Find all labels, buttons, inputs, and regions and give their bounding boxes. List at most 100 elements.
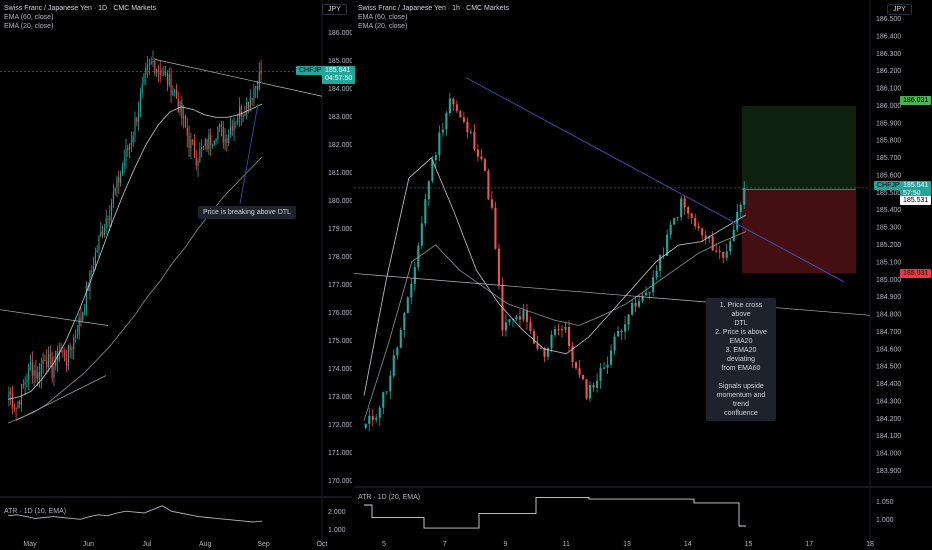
candle-body	[711, 236, 714, 251]
candle-body	[116, 177, 118, 189]
price-tick-label: 186.300	[876, 51, 901, 58]
candle-body	[64, 351, 66, 362]
candle-body	[434, 155, 437, 160]
price-tick-label: 183.000	[328, 114, 352, 121]
right-ema20-legend[interactable]: EMA (20, close)	[358, 22, 509, 31]
candle-body	[624, 324, 627, 332]
candle-body	[190, 139, 192, 149]
time-tick-label: 5	[382, 541, 386, 548]
candle-body	[13, 406, 15, 409]
left-ema20-legend[interactable]: EMA (20, close)	[4, 22, 156, 31]
candle-body	[204, 139, 206, 146]
right-currency-button[interactable]: JPY	[887, 4, 912, 15]
candle-body	[26, 379, 28, 383]
lower-trendline	[15, 375, 107, 421]
candle-body	[51, 357, 53, 378]
candle-body	[145, 67, 147, 75]
candle-body	[462, 117, 465, 122]
atr-tick-label: 2.000	[328, 509, 346, 516]
candle-body	[202, 145, 204, 148]
candle-body	[84, 309, 86, 313]
candle-body	[240, 106, 242, 117]
candle-body	[483, 159, 486, 171]
price-tick-label: 186.200	[876, 68, 901, 75]
candle-body	[585, 379, 588, 399]
candle-body	[690, 213, 693, 218]
candle-body	[687, 207, 690, 214]
price-tick-label: 173.000	[328, 394, 352, 401]
candle-body	[213, 141, 215, 145]
candle-body	[31, 362, 33, 376]
candle-body	[732, 229, 735, 242]
right-chart-pane[interactable]: 186.500 186.400 186.300 186.200 186.100 186.0…	[354, 0, 932, 550]
candle-body	[494, 207, 497, 249]
left-chart-pane[interactable]: 186.000 185.000 184.000 183.000 182.000 181.0…	[0, 0, 356, 550]
left-legend: Swiss Franc / Japanese Yen · 1D · CMC Ma…	[4, 4, 156, 31]
price-tick-label: 184.600	[876, 346, 901, 353]
time-tick-label: Jul	[142, 541, 151, 548]
left-countdown: 04:57:50	[325, 75, 353, 82]
price-tick-label: 185.700	[876, 155, 901, 162]
price-tick-label: 186.500	[876, 16, 901, 23]
candle-body	[364, 423, 367, 428]
candle-body	[613, 336, 616, 351]
candle-body	[93, 267, 95, 271]
candle-body	[392, 355, 395, 376]
candle-body	[599, 367, 602, 381]
candle-body	[655, 270, 658, 278]
candle-body	[739, 204, 742, 212]
candle-body	[125, 147, 127, 161]
time-tick-label: Jun	[83, 541, 94, 548]
candle-body	[466, 121, 469, 133]
candle-body	[76, 334, 78, 337]
candle-body	[606, 364, 609, 368]
price-tick-label: 186.000	[328, 30, 352, 37]
candle-body	[121, 166, 123, 174]
candle-body	[226, 138, 228, 143]
stop-price-label: 185.031	[900, 269, 932, 278]
note-line: 3. EMA20 deviating	[725, 347, 757, 363]
left-atr-label[interactable]: ATR · 1D (10, EMA)	[4, 507, 66, 516]
candle-body	[567, 326, 571, 347]
candle-body	[578, 368, 581, 375]
candle-body	[161, 74, 163, 76]
candle-body	[648, 292, 651, 294]
price-tick-label: 185.800	[876, 138, 901, 145]
right-atr-label[interactable]: ATR · 1D (20, EMA)	[358, 493, 420, 502]
candle-body	[208, 134, 210, 149]
candle-body	[525, 310, 529, 322]
right-chart-canvas[interactable]: 186.500 186.400 186.300 186.200 186.100 186.0…	[354, 0, 932, 550]
left-ema60-legend[interactable]: EMA (60, close)	[4, 13, 156, 22]
price-tick-label: 184.800	[876, 312, 901, 319]
candle-body	[715, 250, 718, 252]
price-tick-label: 175.000	[328, 338, 352, 345]
candle-body	[197, 161, 199, 166]
left-chart-canvas[interactable]: 186.000 185.000 184.000 183.000 182.000 181.0…	[0, 0, 352, 550]
atr-line	[364, 496, 746, 529]
candle-body	[743, 188, 746, 205]
price-tick-label: 185.000	[328, 58, 352, 65]
candle-body	[107, 218, 109, 220]
right-legend: Swiss Franc / Japanese Yen · 1h · CMC Ma…	[358, 4, 509, 31]
candle-body	[19, 401, 21, 405]
candle-body	[504, 322, 507, 331]
left-last-price-tag: 185.541 04:57:50	[322, 66, 356, 84]
price-tick-label: 185.000	[876, 277, 901, 284]
candle-body	[186, 127, 188, 136]
candle-body	[396, 347, 399, 356]
candle-body	[638, 301, 641, 307]
candle-body	[8, 391, 10, 398]
candle-body	[139, 93, 141, 112]
right-ema60-legend[interactable]: EMA (60, close)	[358, 13, 509, 22]
left-annotation[interactable]: Price is breaking above DTL	[198, 206, 296, 219]
candle-body	[729, 241, 732, 252]
candle-body	[497, 248, 500, 285]
time-tick-label: Aug	[199, 541, 212, 548]
candle-body	[222, 126, 224, 143]
candle-body	[228, 134, 230, 143]
candle-body	[10, 391, 12, 395]
price-tick-label: 185.500	[876, 190, 901, 197]
left-currency-button[interactable]: JPY	[322, 4, 347, 15]
candle-body	[53, 366, 55, 378]
right-note[interactable]: 1. Price cross above DTL 2. Price is abo…	[706, 298, 776, 421]
